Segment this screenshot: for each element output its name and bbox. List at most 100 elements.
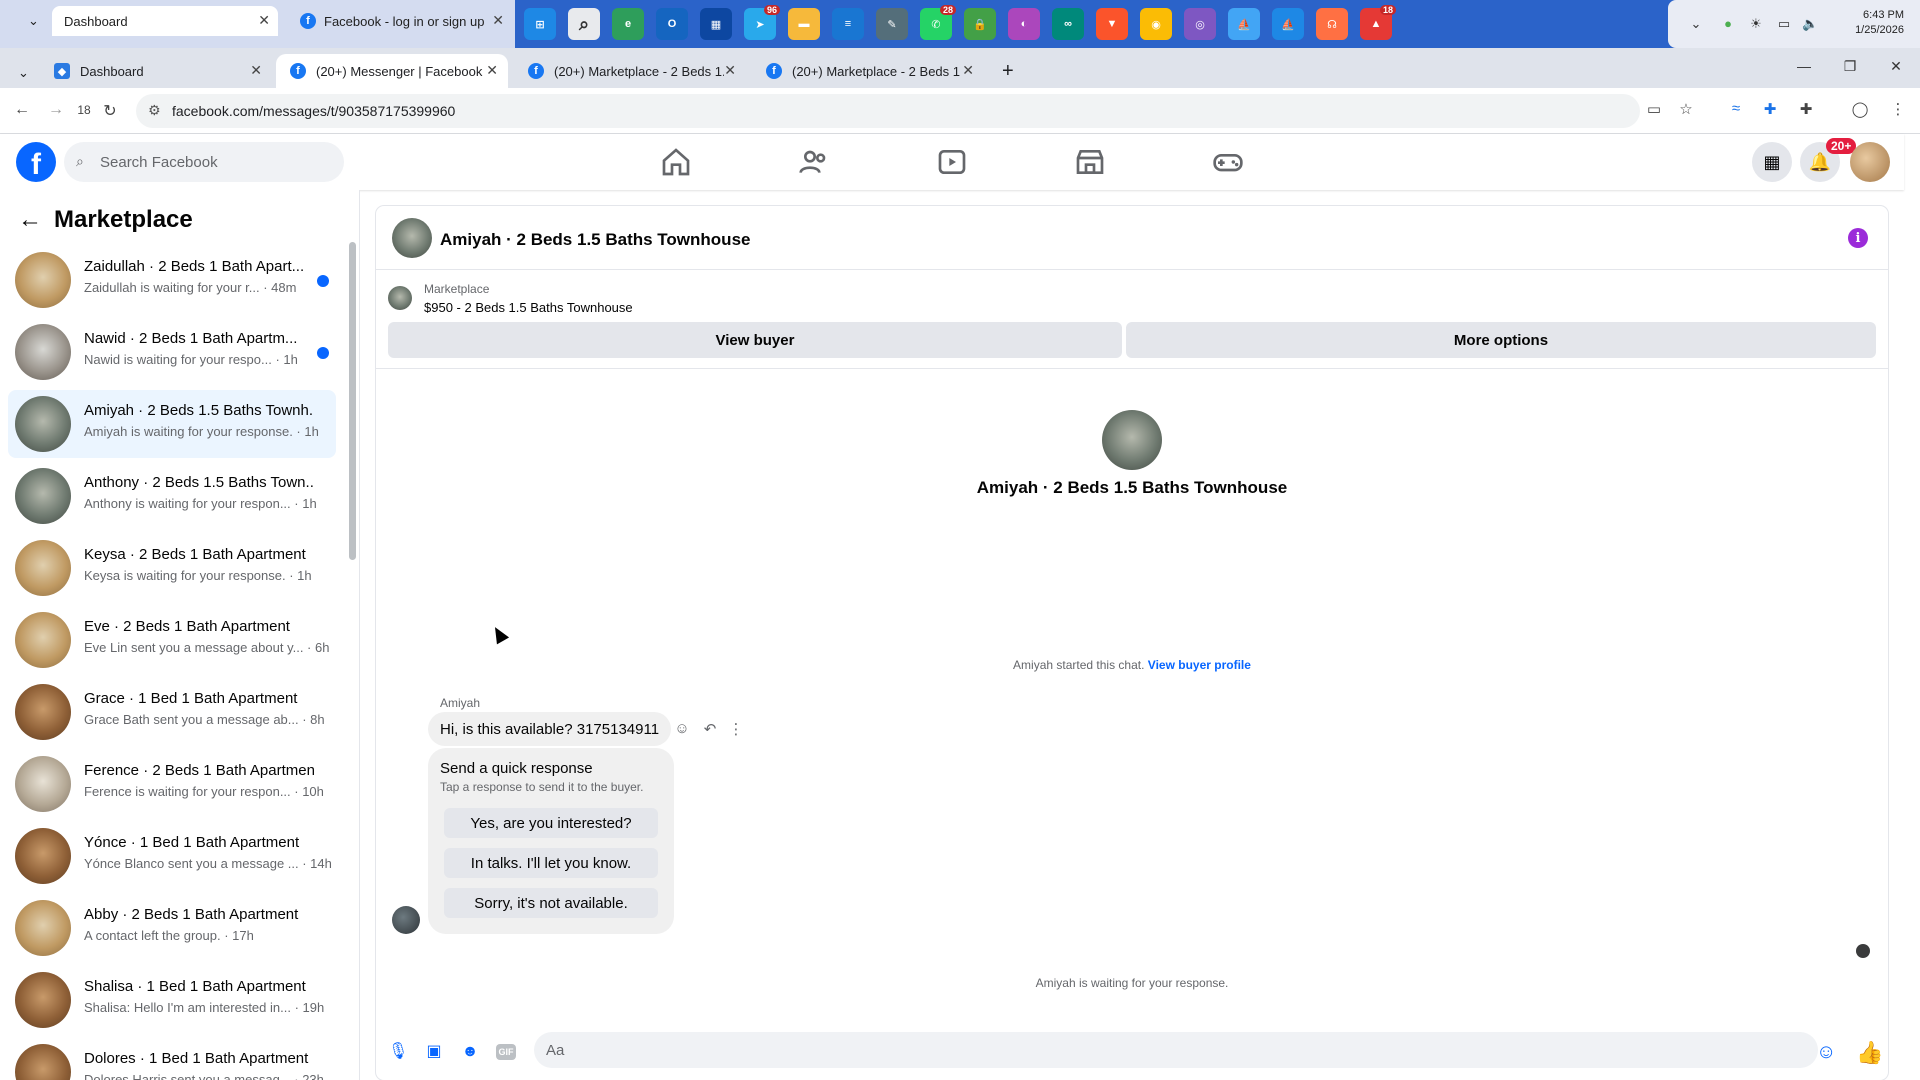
conversation-item[interactable]: Abby · 2 Beds 1 Bath Apartment A contact…	[8, 894, 336, 962]
extension-wave-icon[interactable]: ≈	[1726, 100, 1746, 117]
whatsapp-icon[interactable]: ✆ 28	[920, 5, 956, 40]
tab-search-dropdown-icon[interactable]: ⌄	[8, 56, 40, 90]
edge-icon[interactable]: e	[612, 8, 644, 40]
reload-icon[interactable]: ↻	[100, 101, 120, 121]
search-facebook-input[interactable]: ⌕ Search Facebook	[64, 142, 344, 182]
conversation-item[interactable]: Shalisa · 1 Bed 1 Bath Apartment Shalisa…	[8, 966, 336, 1034]
gaming-icon[interactable]	[1212, 146, 1244, 178]
tor-icon[interactable]: ◎	[1184, 8, 1216, 40]
conversation-item[interactable]: Ference · 2 Beds 1 Bath Apartment Ferenc…	[8, 750, 336, 818]
app-icon[interactable]: ▲ 18	[1360, 5, 1396, 40]
tools-icon[interactable]: ✎	[876, 8, 908, 40]
photo-icon[interactable]: ▣	[424, 1042, 444, 1062]
loop-icon[interactable]: ∞	[1052, 8, 1084, 40]
notepad-icon[interactable]: ≡	[832, 8, 864, 40]
conversation-item[interactable]: Zaidullah · 2 Beds 1 Bath Apart... Zaidu…	[8, 246, 336, 314]
back-arrow-icon[interactable]: ←	[18, 206, 42, 234]
close-icon[interactable]: ✕	[258, 12, 270, 29]
site-info-icon[interactable]: ⚙	[148, 102, 161, 119]
new-tab-button[interactable]: +	[994, 54, 1024, 88]
telegram-icon[interactable]: ➤ 96	[744, 5, 780, 40]
chrome-icon[interactable]: ◉	[1140, 8, 1172, 40]
tab-dashboard[interactable]: ◆ Dashboard ✕	[40, 54, 272, 88]
conversation-item-active[interactable]: Amiyah · 2 Beds 1.5 Baths Townh... Amiya…	[8, 390, 336, 458]
marketplace-icon[interactable]	[1074, 146, 1106, 178]
conversation-item[interactable]: Eve · 2 Beds 1 Bath Apartment Eve Lin se…	[8, 606, 336, 674]
info-icon[interactable]: i	[1848, 228, 1868, 248]
windows-start-icon[interactable]: ⊞	[524, 8, 556, 40]
conversation-item[interactable]: Yónce · 1 Bed 1 Bath Apartment Yónce Bla…	[8, 822, 336, 890]
profile-icon[interactable]: ◯	[1850, 100, 1870, 118]
view-buyer-profile-link[interactable]: View buyer profile	[1148, 658, 1251, 672]
install-app-icon[interactable]: ▭	[1644, 100, 1664, 118]
message-input[interactable]	[534, 1032, 1818, 1068]
microphone-icon[interactable]: 🎙	[388, 1042, 408, 1062]
sender-avatar[interactable]	[392, 906, 420, 934]
extensions-icon[interactable]: ✚	[1796, 100, 1816, 118]
facebook-logo-icon[interactable]: f	[16, 142, 56, 182]
video-icon[interactable]	[936, 146, 968, 178]
conversation-item[interactable]: Grace · 1 Bed 1 Bath Apartment Grace Bat…	[8, 678, 336, 746]
conversation-hero-avatar[interactable]	[1102, 410, 1162, 470]
message-bubble[interactable]: Hi, is this available? 3175134911	[428, 712, 672, 746]
browser-menu-icon[interactable]: ⋮	[1888, 100, 1908, 118]
friends-icon[interactable]	[798, 146, 830, 178]
thumbs-up-icon[interactable]: 👍	[1856, 1040, 1883, 1066]
chat-title[interactable]: Amiyah · 2 Beds 1.5 Baths Townhouse	[440, 230, 750, 250]
close-icon[interactable]: ✕	[250, 62, 262, 79]
react-emoji-icon[interactable]: ☺	[672, 720, 692, 737]
network-icon[interactable]: ▭	[1776, 16, 1792, 32]
search-icon[interactable]: ⌕	[568, 8, 600, 40]
brightness-icon[interactable]: ☀	[1748, 16, 1764, 32]
chat-avatar[interactable]	[392, 218, 432, 258]
tray-chevron-icon[interactable]: ⌄	[1688, 16, 1704, 32]
reply-icon[interactable]: ↶	[700, 720, 720, 738]
account-avatar[interactable]	[1850, 142, 1890, 182]
tab-marketplace-2[interactable]: f (20+) Marketplace - 2 Beds 1 B ✕	[752, 54, 984, 88]
close-icon[interactable]: ✕	[724, 62, 736, 79]
gif-icon[interactable]: GIF	[496, 1044, 516, 1060]
close-icon[interactable]: ✕	[492, 12, 504, 29]
more-options-button[interactable]: More options	[1126, 322, 1876, 358]
clock[interactable]: 6:43 PM 1/25/2026	[1855, 8, 1904, 38]
store-icon[interactable]: ▦	[700, 8, 732, 40]
emoji-icon[interactable]: ☺	[1816, 1042, 1836, 1062]
more-actions-icon[interactable]: ⋮	[726, 720, 746, 738]
headset-icon[interactable]: ☊	[1316, 8, 1348, 40]
sticker-icon[interactable]: ☻	[460, 1042, 480, 1062]
tab-list-dropdown-icon[interactable]: ⌄	[28, 6, 50, 36]
outer-tab-dashboard[interactable]: Dashboard ✕	[52, 6, 278, 36]
brave-icon[interactable]: ▼	[1096, 8, 1128, 40]
sidebar-scrollbar[interactable]	[349, 242, 356, 560]
outlook-icon[interactable]: O	[656, 8, 688, 40]
close-icon[interactable]: ✕	[962, 62, 974, 79]
menu-grid-icon[interactable]: ▦	[1752, 142, 1792, 182]
conversation-item[interactable]: Keysa · 2 Beds 1 Bath Apartment Keysa is…	[8, 534, 336, 602]
sail-alt-icon[interactable]: ⛵	[1272, 8, 1304, 40]
volume-icon[interactable]: 🔈	[1802, 16, 1818, 32]
url-field[interactable]: ⚙ facebook.com/messages/t/90358717539996…	[136, 94, 1640, 128]
sail-icon[interactable]: ⛵	[1228, 8, 1260, 40]
minimize-button[interactable]: —	[1794, 58, 1814, 74]
quick-response-button[interactable]: In talks. I'll let you know.	[444, 848, 658, 878]
extension-puzzle-blue-icon[interactable]: ✚	[1760, 100, 1780, 118]
outer-tab-facebook[interactable]: f Facebook - log in or sign up ✕	[288, 6, 512, 36]
file-explorer-icon[interactable]: ▬	[788, 8, 820, 40]
paint-icon[interactable]: ◐	[1008, 8, 1040, 40]
window-close-button[interactable]: ✕	[1886, 58, 1906, 75]
close-icon[interactable]: ✕	[486, 62, 498, 79]
quick-response-button[interactable]: Sorry, it's not available.	[444, 888, 658, 918]
conversation-item[interactable]: Dolores · 1 Bed 1 Bath Apartment Dolores…	[8, 1038, 336, 1080]
back-arrow-icon[interactable]: ←	[12, 101, 32, 119]
conversation-item[interactable]: Anthony · 2 Beds 1.5 Baths Town... Antho…	[8, 462, 336, 530]
tab-messenger[interactable]: f (20+) Messenger | Facebook ✕	[276, 54, 508, 88]
quick-response-button[interactable]: Yes, are you interested?	[444, 808, 658, 838]
view-buyer-button[interactable]: View buyer	[388, 322, 1122, 358]
forward-arrow-icon[interactable]: →	[46, 101, 66, 119]
conversation-item[interactable]: Nawid · 2 Beds 1 Bath Apartm... Nawid is…	[8, 318, 336, 386]
lock-icon[interactable]: 🔒	[964, 8, 996, 40]
restore-button[interactable]: ❐	[1840, 58, 1860, 75]
tab-marketplace-1[interactable]: f (20+) Marketplace - 2 Beds 1.5 ✕	[514, 54, 746, 88]
bookmark-star-icon[interactable]: ☆	[1676, 100, 1696, 118]
home-icon[interactable]	[660, 146, 692, 178]
